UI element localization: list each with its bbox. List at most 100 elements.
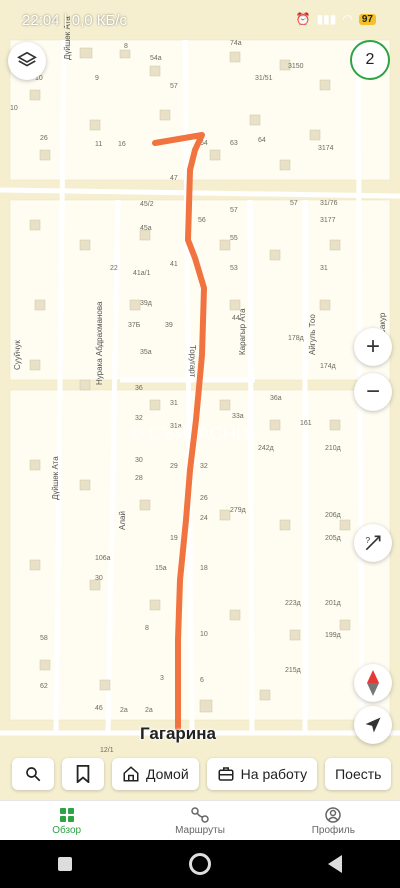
svg-text:47: 47 [170,175,178,182]
tab-overview-label: Обзор [52,824,82,836]
svg-text:215д: 215д [285,667,301,674]
locate-button[interactable] [354,706,392,744]
home-icon [123,766,139,782]
svg-text:18: 18 [200,565,208,572]
svg-text:31: 31 [320,265,328,272]
compass-button[interactable] [354,664,392,702]
status-time: 22:04 | 0,0 КБ/с [22,12,128,29]
plus-icon: + [365,333,380,360]
back-button[interactable] [327,855,342,873]
recent-apps-button[interactable] [58,857,73,871]
svg-text:11: 11 [95,141,102,148]
street-label: Алай [118,511,127,530]
svg-text:16: 16 [118,141,126,148]
svg-text:45a: 45a [140,225,152,232]
street-label: Нурака Абдрахманова [95,301,104,385]
svg-text:9: 9 [95,75,99,82]
svg-text:8: 8 [145,625,149,632]
tab-overview[interactable]: Обзор [0,801,133,841]
briefcase-icon [218,767,234,781]
svg-text:199д: 199д [325,632,341,639]
svg-text:32: 32 [135,415,143,422]
svg-text:53: 53 [230,265,238,272]
eat-chip[interactable]: Поесть [325,758,392,790]
svg-text:64: 64 [258,137,266,144]
home-chip[interactable]: Домой [112,758,199,790]
bottom-navigation: Обзор Маршруты Профиль [0,800,400,841]
minus-icon: − [365,378,380,405]
svg-text:210д: 210д [325,445,341,452]
svg-text:31/76: 31/76 [320,200,338,207]
svg-text:46: 46 [95,705,103,712]
home-button[interactable] [188,853,211,875]
layers-button[interactable] [8,42,46,80]
battery-icon: 97 [358,13,376,25]
svg-text:3174: 3174 [318,145,334,152]
home-chip-label: Домой [146,766,189,782]
bookmark-icon [76,765,90,783]
map-view[interactable]: 8 54a 57 74a 31/51 3150 10 9 10 26 11 16 64 63 64 … [0,0,400,800]
svg-text:161: 161 [300,420,312,427]
svg-text:74a: 74a [230,40,242,47]
street-label: Сууйчук [13,340,22,370]
street-label: Дүйшөк Ата [51,456,60,500]
notification-counter[interactable]: 2 [350,40,390,80]
locate-icon [365,717,381,733]
svg-text:54a: 54a [150,55,162,62]
svg-text:3177: 3177 [320,217,336,224]
search-button[interactable] [12,758,54,790]
svg-text:55: 55 [230,235,238,242]
tab-profile-label: Профиль [311,824,355,836]
svg-text:30: 30 [135,457,143,464]
svg-text:39д: 39д [140,300,152,307]
svg-text:15a: 15a [155,565,167,572]
svg-text:24: 24 [200,515,208,522]
svg-text:3: 3 [160,675,164,682]
svg-text:3150: 3150 [288,63,304,70]
svg-text:174д: 174д [320,363,336,370]
svg-text:28: 28 [135,475,143,482]
signal-icon: ▮▮▮ [316,12,337,26]
svg-text:29: 29 [170,463,178,470]
wifi-icon: ◠ [342,12,353,26]
svg-text:2a: 2a [145,707,153,714]
layers-icon [17,51,37,67]
route-help-icon: ? [366,535,381,551]
work-chip[interactable]: На работу [206,758,318,790]
svg-text:223д: 223д [285,600,301,607]
svg-text:57: 57 [230,207,238,214]
system-navigation-bar [0,840,400,888]
work-chip-label: На работу [240,766,308,782]
street-label: Айгуль Тоо [308,314,317,355]
svg-text:242д: 242д [258,445,274,452]
svg-text:33a: 33a [232,413,244,420]
svg-text:12/1: 12/1 [100,747,114,754]
svg-text:41a/1: 41a/1 [133,270,151,277]
map-canvas[interactable]: 854a57 74a31/513150 10 910 2611 16 64 63 64 … [0,0,400,800]
quick-actions: Домой На работу Поесть [12,758,392,790]
svg-text:205д: 205д [325,535,341,542]
watermark: © СЪЯРАСНИ [130,424,249,444]
svg-text:63: 63 [230,140,238,147]
overview-icon [59,807,74,822]
svg-text:41: 41 [170,261,178,268]
help-button[interactable]: ? [354,524,392,562]
svg-text:26: 26 [200,495,208,502]
svg-text:31: 31 [170,400,178,407]
svg-text:22: 22 [110,265,118,272]
svg-text:106а: 106а [95,555,111,562]
svg-text:30: 30 [95,575,103,582]
bookmarks-button[interactable] [62,758,104,790]
svg-text:6: 6 [200,677,204,684]
svg-text:45/2: 45/2 [140,201,154,208]
svg-text:10: 10 [10,105,18,112]
svg-text:2a: 2a [120,707,128,714]
svg-text:?: ? [366,535,371,545]
tab-routes[interactable]: Маршруты [133,801,266,841]
tab-profile[interactable]: Профиль [267,801,400,841]
zoom-in-button[interactable]: + [354,328,392,366]
zoom-out-button[interactable]: − [354,373,392,411]
svg-text:57: 57 [290,200,298,207]
svg-text:201д: 201д [325,600,341,607]
status-bar: 22:04 | 0,0 КБ/с ⏰ ▮▮▮ ◠ 97 [0,0,400,40]
